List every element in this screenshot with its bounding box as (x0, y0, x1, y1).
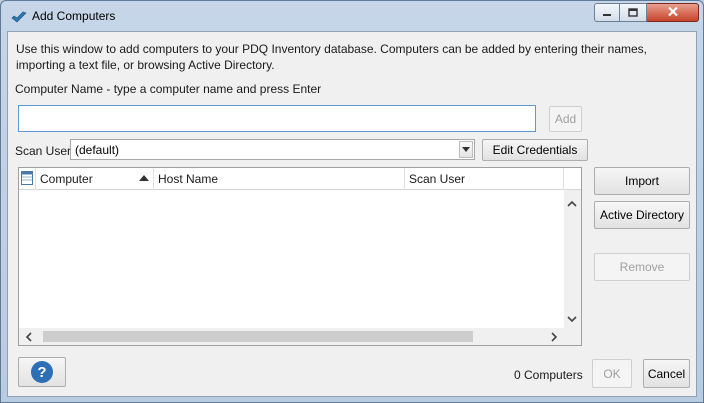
scan-user-label: Scan User (15, 144, 72, 158)
instructions-text: Use this window to add computers to your… (16, 42, 648, 72)
vertical-scrollbar[interactable] (564, 190, 581, 330)
close-button[interactable] (647, 3, 699, 22)
dialog-body: Use this window to add computers to your… (7, 31, 697, 397)
ok-button[interactable]: OK (592, 359, 632, 388)
edit-credentials-button[interactable]: Edit Credentials (482, 139, 588, 161)
scrollbar-corner (564, 328, 581, 345)
scan-user-select[interactable]: (default) (70, 139, 475, 160)
help-icon: ? (31, 361, 53, 383)
add-computers-window: Add Computers Use this window to add com… (0, 0, 704, 403)
import-button[interactable]: Import (594, 167, 690, 195)
scan-user-selected-value: (default) (75, 143, 120, 157)
grid-header: Computer Host Name Scan User (19, 168, 581, 190)
horizontal-scrollbar[interactable] (19, 328, 581, 345)
chevron-down-icon[interactable] (567, 312, 577, 326)
minimize-button[interactable] (594, 3, 620, 22)
add-button[interactable]: Add (549, 106, 582, 132)
computer-name-label: Computer Name - type a computer name and… (15, 82, 322, 96)
chevron-down-icon[interactable] (459, 141, 473, 158)
column-chooser-icon[interactable] (19, 168, 36, 190)
column-header-computer[interactable]: Computer (36, 168, 154, 190)
maximize-button[interactable] (620, 3, 647, 22)
computers-grid[interactable]: Computer Host Name Scan User (18, 167, 582, 346)
chevron-right-icon[interactable] (551, 331, 558, 345)
sort-ascending-icon (139, 175, 149, 181)
title-bar[interactable]: Add Computers (1, 1, 703, 31)
remove-button[interactable]: Remove (594, 253, 690, 281)
active-directory-button[interactable]: Active Directory (594, 201, 690, 229)
computer-count: 0 Computers (514, 368, 583, 382)
chevron-up-icon[interactable] (567, 196, 577, 210)
chevron-left-icon[interactable] (25, 331, 32, 345)
column-header-scan-user[interactable]: Scan User (405, 168, 564, 190)
cancel-button[interactable]: Cancel (643, 359, 690, 388)
app-icon (11, 9, 27, 25)
minimize-icon (602, 6, 612, 20)
computer-name-input[interactable] (18, 105, 536, 132)
help-button[interactable]: ? (18, 357, 66, 387)
column-header-host-name[interactable]: Host Name (154, 168, 405, 190)
horizontal-scroll-thumb[interactable] (43, 331, 473, 342)
maximize-icon (628, 6, 638, 20)
window-title: Add Computers (32, 9, 116, 23)
close-icon (667, 6, 679, 20)
